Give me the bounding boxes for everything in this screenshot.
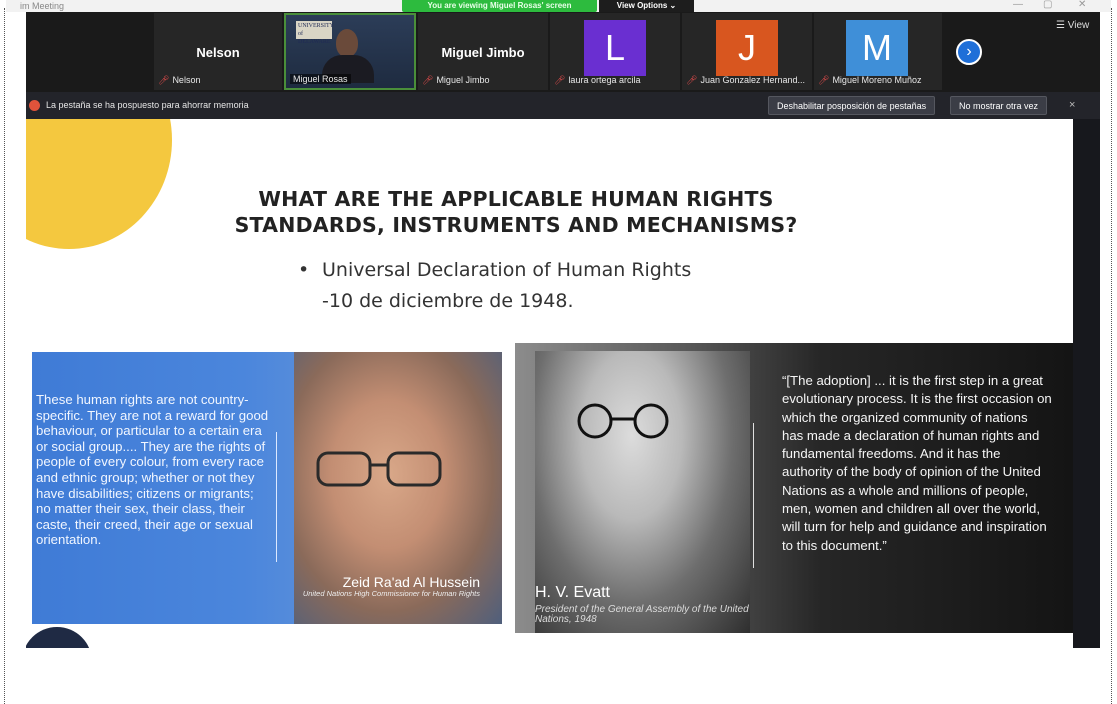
eyeglasses-icon [577, 403, 669, 439]
divider [276, 432, 277, 562]
participant-tile-miguel-jimbo[interactable]: Miguel Jimbo 🎤︎ Miguel Jimbo [418, 13, 548, 90]
bullet-marker: • [298, 259, 310, 281]
participant-tile-miguel-rosas[interactable]: UNIVERSITY of DELAWARE Miguel Rosas [284, 13, 416, 90]
shared-slide: WHAT ARE THE APPLICABLE HUMAN RIGHTS STA… [26, 119, 1073, 648]
decorative-yellow-circle [26, 119, 172, 249]
maximize-icon[interactable]: ▢ [1043, 0, 1052, 10]
muted-mic-icon: 🎤︎ [422, 75, 434, 85]
bullet-text: -10 de diciembre de 1948. [322, 290, 574, 312]
participant-name: Nelson [196, 45, 240, 60]
participant-caption: 🎤︎ laura ortega arcila [554, 75, 641, 85]
dont-show-again-button[interactable]: No mostrar otra vez [950, 96, 1048, 115]
quote-text: “[The adoption] ... it is the first step… [782, 373, 1052, 553]
quote-author: H. V. Evatt [535, 584, 610, 601]
next-page-chevron-icon[interactable]: › [956, 39, 982, 65]
view-options-button[interactable]: View Options ⌄ [599, 0, 694, 12]
muted-mic-icon: 🎤︎ [554, 75, 566, 85]
participant-caption: Miguel Rosas [290, 74, 351, 84]
muted-mic-icon: 🎤︎ [818, 75, 830, 85]
slide-edge [1073, 119, 1100, 648]
tab-snoozed-notification: La pestaña se ha pospuesto para ahorrar … [26, 92, 1100, 119]
browser-alert-icon [29, 100, 40, 111]
participant-tile-laura[interactable]: L 🎤︎ laura ortega arcila [550, 13, 680, 90]
participant-tile-juan[interactable]: J 🎤︎ Juan Gonzalez Hernand... [682, 13, 812, 90]
minimize-icon[interactable]: — [1013, 0, 1023, 10]
close-notification-icon[interactable]: × [1069, 99, 1075, 111]
participant-caption: 🎤︎ Miguel Jimbo [422, 75, 490, 85]
viewing-screen-banner: You are viewing Miguel Rosas' screen [402, 0, 597, 12]
view-layout-button[interactable]: ☰ View [1056, 20, 1089, 31]
participant-caption: 🎤︎ Nelson [158, 75, 201, 85]
notification-text: La pestaña se ha pospuesto para ahorrar … [46, 100, 249, 110]
university-logo: UNIVERSITY of DELAWARE [296, 21, 334, 45]
bullet-text: Universal Declaration of Human Rights [322, 259, 692, 281]
disable-tab-snooze-button[interactable]: Deshabilitar posposición de pestañas [768, 96, 936, 115]
divider [753, 423, 754, 568]
quote-author: Zeid Ra'ad Al Hussein [342, 574, 480, 590]
slide-title-line: STANDARDS, INSTRUMENTS AND MECHANISMS? [234, 213, 798, 237]
speaker-video-head [336, 29, 358, 57]
decorative-navy-circle [26, 627, 92, 648]
quote-card-zeid: These human rights are not country-speci… [32, 352, 502, 624]
close-window-icon[interactable]: ✕ [1078, 0, 1086, 10]
quote-card-evatt: “[The adoption] ... it is the first step… [515, 343, 1073, 633]
quote-author-role: United Nations High Commissioner for Hum… [302, 589, 480, 598]
avatar: M [846, 20, 908, 76]
eyeglasses-icon [316, 451, 442, 487]
quote-text: These human rights are not country-speci… [36, 392, 269, 548]
participant-name: Miguel Jimbo [441, 45, 525, 60]
muted-mic-icon: 🎤︎ [158, 75, 170, 85]
muted-mic-icon: 🎤︎ [686, 75, 698, 85]
participant-caption: 🎤︎ Juan Gonzalez Hernand... [686, 75, 806, 85]
avatar: L [584, 20, 646, 76]
participant-tile-nelson[interactable]: Nelson 🎤︎ Nelson [154, 13, 282, 90]
participant-caption: 🎤︎ Miguel Moreno Muñoz [818, 75, 922, 85]
slide-title-line: WHAT ARE THE APPLICABLE HUMAN RIGHTS [258, 187, 774, 211]
participant-tile-miguel-moreno[interactable]: M 🎤︎ Miguel Moreno Muñoz [814, 13, 942, 90]
quote-author-role: President of the General Assembly of the… [535, 604, 749, 625]
avatar: J [716, 20, 778, 76]
window-title: im Meeting [20, 1, 65, 11]
slide-title: WHAT ARE THE APPLICABLE HUMAN RIGHTS STA… [176, 186, 856, 238]
participant-strip: Nelson 🎤︎ Nelson UNIVERSITY of DELAWARE M… [26, 12, 1100, 92]
